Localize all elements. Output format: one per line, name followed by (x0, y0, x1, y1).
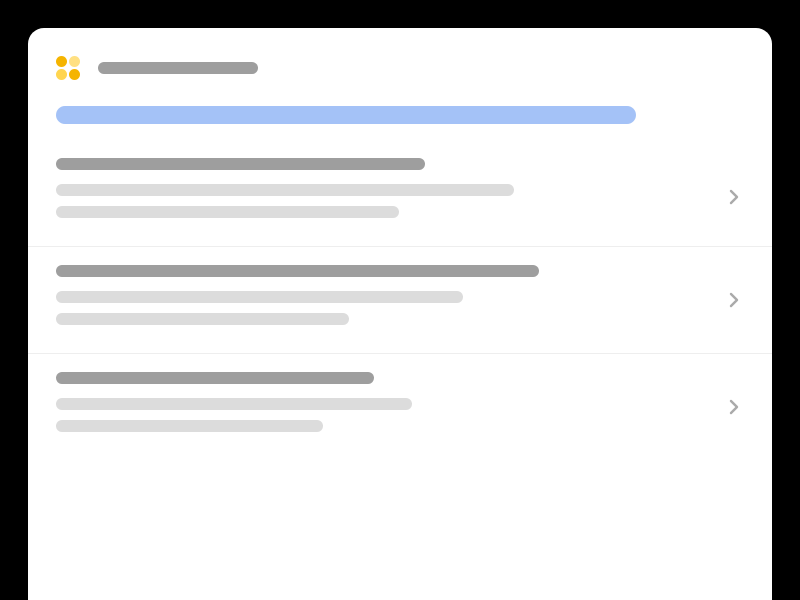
result-desc-placeholder (56, 398, 412, 410)
result-desc-placeholder (56, 313, 349, 325)
result-title-placeholder (56, 372, 374, 384)
logo-dot (56, 69, 67, 80)
logo-dot (69, 69, 80, 80)
result-title-placeholder (56, 158, 425, 170)
search-query-bar[interactable] (56, 106, 636, 124)
logo-dot (56, 56, 67, 67)
app-logo-icon (56, 56, 80, 80)
result-item[interactable] (28, 353, 772, 460)
result-desc-placeholder (56, 206, 399, 218)
result-desc-placeholder (56, 420, 323, 432)
chevron-right-icon[interactable] (726, 189, 742, 205)
results-card (28, 28, 772, 600)
header-row (28, 28, 772, 80)
result-title-placeholder (56, 265, 539, 277)
results-list (28, 148, 772, 460)
chevron-right-icon[interactable] (726, 399, 742, 415)
brand-title-placeholder (98, 62, 258, 74)
result-item[interactable] (28, 148, 772, 246)
result-item[interactable] (28, 246, 772, 353)
result-desc-placeholder (56, 291, 463, 303)
chevron-right-icon[interactable] (726, 292, 742, 308)
logo-dot (69, 56, 80, 67)
result-desc-placeholder (56, 184, 514, 196)
